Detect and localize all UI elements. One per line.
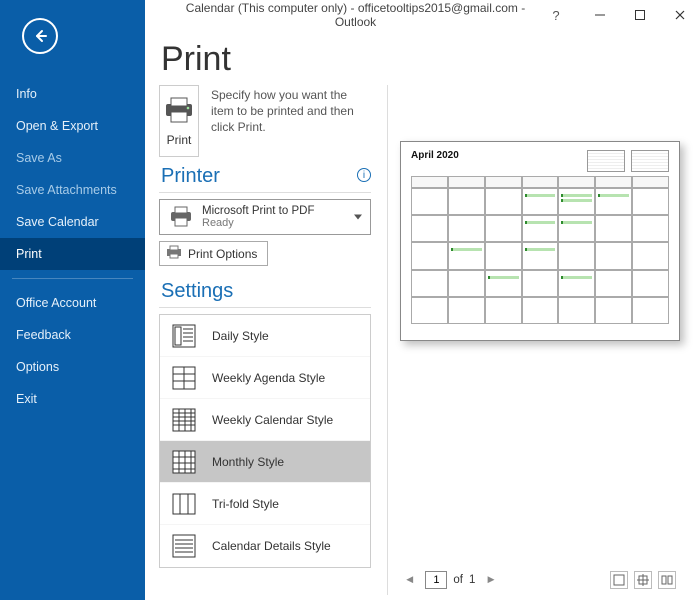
style-list: Daily Style Weekly Agenda Style Weekly C… xyxy=(159,314,371,568)
main-pane: Print Print Specify how you want the it xyxy=(145,30,700,600)
style-trifold[interactable]: Tri-fold Style xyxy=(160,483,370,525)
trifold-style-icon xyxy=(170,490,198,518)
weekly-calendar-icon xyxy=(170,406,198,434)
zoom-actual-size-button[interactable] xyxy=(634,571,652,589)
style-label: Monthly Style xyxy=(212,455,284,469)
next-page-button[interactable]: ► xyxy=(481,574,500,586)
printer-dropdown[interactable]: Microsoft Print to PDF Ready xyxy=(159,199,371,235)
preview-mini-calendars xyxy=(587,150,669,172)
nav-options[interactable]: Options xyxy=(0,351,145,383)
style-label: Weekly Agenda Style xyxy=(212,371,325,385)
nav-save-as: Save As xyxy=(0,142,145,174)
print-button-label: Print xyxy=(167,133,192,147)
window-title: Calendar (This computer only) - officeto… xyxy=(145,1,536,29)
settings-heading: Settings xyxy=(161,280,371,303)
printer-small-icon xyxy=(168,206,194,228)
page-number-input[interactable] xyxy=(425,571,447,589)
print-button[interactable]: Print xyxy=(159,85,199,157)
maximize-button[interactable] xyxy=(620,0,660,30)
zoom-multi-page-button[interactable] xyxy=(658,571,676,589)
page-heading: Print xyxy=(161,40,680,79)
prev-page-button[interactable]: ◄ xyxy=(400,574,419,586)
zoom-fit-page-button[interactable] xyxy=(610,571,628,589)
nav-office-account[interactable]: Office Account xyxy=(0,287,145,319)
print-options-label: Print Options xyxy=(188,247,257,261)
print-options-icon xyxy=(166,245,182,262)
print-preview: April 2020 xyxy=(400,141,680,341)
preview-month-grid xyxy=(411,176,669,324)
style-weekly-calendar[interactable]: Weekly Calendar Style xyxy=(160,399,370,441)
backstage-sidebar: Info Open & Export Save As Save Attachme… xyxy=(0,0,145,600)
nav-save-calendar[interactable]: Save Calendar xyxy=(0,206,145,238)
preview-column: April 2020 ◄ of 1 ► xyxy=(387,85,680,595)
chevron-down-icon xyxy=(354,215,362,220)
nav-open-export[interactable]: Open & Export xyxy=(0,110,145,142)
print-description: Specify how you want the item to be prin… xyxy=(211,85,371,136)
style-label: Daily Style xyxy=(212,329,269,343)
print-settings-column: Print Specify how you want the item to b… xyxy=(159,85,371,595)
back-button[interactable] xyxy=(22,18,58,54)
style-label: Calendar Details Style xyxy=(212,539,331,553)
nav-separator xyxy=(12,278,133,279)
printer-info-icon[interactable]: i xyxy=(357,168,371,182)
style-calendar-details[interactable]: Calendar Details Style xyxy=(160,525,370,567)
daily-style-icon xyxy=(170,322,198,350)
printer-icon xyxy=(162,96,196,129)
style-daily[interactable]: Daily Style xyxy=(160,315,370,357)
print-options-button[interactable]: Print Options xyxy=(159,241,268,266)
zoom-tools xyxy=(610,571,676,589)
monthly-style-icon xyxy=(170,448,198,476)
printer-name: Microsoft Print to PDF xyxy=(202,205,314,217)
style-monthly[interactable]: Monthly Style xyxy=(160,441,370,483)
nav-feedback[interactable]: Feedback xyxy=(0,319,145,351)
page-total: 1 xyxy=(469,574,475,586)
close-button[interactable] xyxy=(660,0,700,30)
style-label: Weekly Calendar Style xyxy=(212,413,333,427)
minimize-button[interactable] xyxy=(580,0,620,30)
style-label: Tri-fold Style xyxy=(212,497,279,511)
page-of-label: of xyxy=(453,574,463,586)
nav-exit[interactable]: Exit xyxy=(0,383,145,415)
page-navigator: ◄ of 1 ► xyxy=(400,571,501,589)
style-weekly-agenda[interactable]: Weekly Agenda Style xyxy=(160,357,370,399)
title-bar: Calendar (This computer only) - officeto… xyxy=(145,0,700,30)
nav-info[interactable]: Info xyxy=(0,78,145,110)
printer-status: Ready xyxy=(202,217,314,229)
calendar-details-icon xyxy=(170,532,198,560)
nav-print[interactable]: Print xyxy=(0,238,145,270)
help-button[interactable]: ? xyxy=(536,0,576,30)
weekly-agenda-icon xyxy=(170,364,198,392)
printer-heading: Printer xyxy=(161,165,371,188)
nav-save-attachments: Save Attachments xyxy=(0,174,145,206)
